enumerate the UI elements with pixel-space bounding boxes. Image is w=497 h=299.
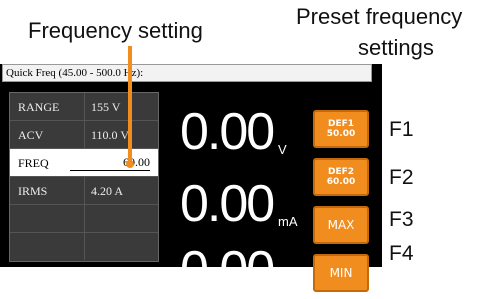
f3-label: F3 xyxy=(389,208,414,231)
param-row-acv[interactable]: ACV 110.0 V xyxy=(10,121,158,149)
param-row-empty xyxy=(10,205,158,233)
f4-label: F4 xyxy=(389,242,414,265)
frequency-setting-annotation: Frequency setting xyxy=(28,18,203,43)
annotation-pointer-tip xyxy=(126,160,134,168)
min-softkey[interactable]: MIN xyxy=(313,254,369,292)
param-label: FREQ xyxy=(18,156,49,170)
preset-annotation-line1: Preset frequency xyxy=(296,4,463,29)
param-label: IRMS xyxy=(18,184,48,198)
param-label: RANGE xyxy=(18,100,60,114)
def1-softkey[interactable]: DEF1 50.00 xyxy=(313,110,369,148)
annotation-pointer xyxy=(128,46,132,164)
current-unit: mA xyxy=(278,214,298,229)
param-row-freq[interactable]: FREQ 60.00 xyxy=(10,149,158,177)
softkey-value: 50.00 xyxy=(326,129,356,139)
preset-annotation-line2: settings xyxy=(358,35,434,60)
param-value: 155 V xyxy=(91,100,121,114)
freq-input[interactable]: 60.00 xyxy=(70,155,150,171)
softkey-value: 60.00 xyxy=(326,177,356,187)
f2-label: F2 xyxy=(389,166,414,189)
param-row-irms[interactable]: IRMS 4.20 A xyxy=(10,177,158,205)
voltage-unit: V xyxy=(278,142,287,157)
quick-freq-title: Quick Freq (45.00 - 500.0 Hz): xyxy=(2,64,372,82)
frequency-reading: 0.00 xyxy=(180,241,275,299)
softkey-label: MIN xyxy=(329,266,353,280)
param-value: 4.20 A xyxy=(91,184,124,198)
param-row-range[interactable]: RANGE 155 V xyxy=(10,93,158,121)
parameter-panel: RANGE 155 V ACV 110.0 V FREQ 60.00 IRMS … xyxy=(9,92,159,262)
frequency-unit: Hz xyxy=(278,280,294,295)
instrument-screen: Quick Freq (45.00 - 500.0 Hz): RANGE 155… xyxy=(0,64,382,296)
softkey-label: DEF1 xyxy=(327,119,355,129)
softkey-label: DEF2 xyxy=(327,167,355,177)
param-label: ACV xyxy=(18,128,44,142)
param-row-empty xyxy=(10,233,158,261)
voltage-reading: 0.00 xyxy=(180,103,275,161)
max-softkey[interactable]: MAX xyxy=(313,206,369,244)
softkey-label: MAX xyxy=(327,218,355,232)
current-reading: 0.00 xyxy=(180,175,275,233)
def2-softkey[interactable]: DEF2 60.00 xyxy=(313,158,369,196)
param-value: 110.0 V xyxy=(91,128,130,142)
f1-label: F1 xyxy=(389,118,414,141)
